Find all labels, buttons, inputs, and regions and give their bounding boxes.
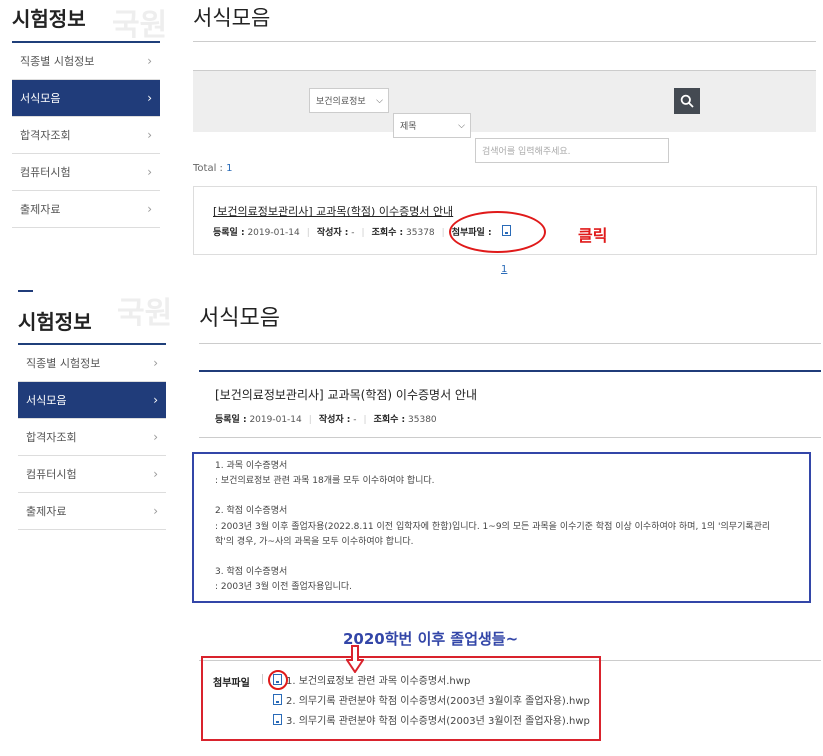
file-item[interactable]: 1. 보건의료정보 관련 과목 이수증명서.hwp xyxy=(273,669,590,689)
date-label: 등록일 : xyxy=(213,228,245,238)
post-title: [보건의료정보관리사] 교과목(학점) 이수증명서 안내 xyxy=(215,388,478,402)
author-value: - xyxy=(351,228,355,238)
views-value: 35378 xyxy=(406,228,435,238)
body-line xyxy=(215,489,805,504)
chevron-right-icon: › xyxy=(153,356,158,370)
category-select-value: 보건의료정보 xyxy=(316,97,366,107)
sidebar-item-label: 직종별 시험정보 xyxy=(26,357,101,370)
post-top-border xyxy=(199,370,821,372)
sidebar-item-forms[interactable]: 서식모음 › xyxy=(12,80,160,117)
search-icon xyxy=(680,94,694,108)
click-highlight-circle xyxy=(449,211,546,253)
views-label: 조회수 : xyxy=(371,228,404,238)
chevron-down-icon: ⌵ xyxy=(376,95,383,106)
chevron-right-icon: › xyxy=(147,128,152,142)
chevron-down-icon: ⌵ xyxy=(458,120,465,131)
chevron-right-icon: › xyxy=(147,54,152,68)
file-item[interactable]: 2. 의무기록 관련분야 학점 이수증명서(2003년 3월이후 졸업자용).h… xyxy=(273,689,590,709)
search-panel: 보건의료정보 ⌵ 제목 ⌵ 검색어를 입력해주세요. xyxy=(193,70,816,163)
date-label: 등록일 : xyxy=(215,415,247,425)
body-line: 3. 학점 이수증명서 xyxy=(215,567,288,578)
chevron-right-icon: › xyxy=(153,430,158,444)
title-divider xyxy=(193,41,816,42)
search-input-placeholder: 검색어를 입력해주세요. xyxy=(482,147,571,157)
chevron-right-icon: › xyxy=(153,504,158,518)
sidebar-item-computer-test[interactable]: 컴퓨터시험 › xyxy=(12,154,160,191)
body-line: 1. 과목 이수증명서 xyxy=(215,461,288,471)
sidebar-item-exam-materials[interactable]: 출제자료 › xyxy=(18,493,166,530)
post-body: 1. 과목 이수증명서 : 보건의료정보 관련 과목 18개를 모두 이수하여야… xyxy=(215,459,805,595)
sidebar-item-job-info[interactable]: 직종별 시험정보 › xyxy=(12,43,160,80)
body-line: : 2003년 3월 이전 졸업자용입니다. xyxy=(215,582,353,593)
body-line: : 2003년 3월 이후 졸업자용(2022.8.11 이전 입학자에 한함)… xyxy=(215,521,771,532)
views-value: 35380 xyxy=(408,415,437,425)
click-annotation: 클릭 xyxy=(578,226,608,245)
views-label: 조회수 : xyxy=(373,415,406,425)
total-label: Total : xyxy=(193,163,223,174)
body-line: : 보건의료정보 관련 과목 18개를 모두 이수하여야 합니다. xyxy=(215,476,435,487)
file-download-icon[interactable] xyxy=(273,693,282,705)
author-value: - xyxy=(353,415,357,425)
search-input[interactable]: 검색어를 입력해주세요. xyxy=(475,138,669,163)
body-line: 학'의 경우, 가~사의 과목을 모두 이수하여야 합니다. xyxy=(215,536,414,547)
chevron-right-icon: › xyxy=(147,165,152,179)
file-name-link[interactable]: 3. 의무기록 관련분야 학점 이수증명서(2003년 3월이전 졸업자용).h… xyxy=(286,712,590,727)
sidebar-item-label: 직종별 시험정보 xyxy=(20,55,95,68)
page-title: 서식모음 xyxy=(193,6,271,30)
sidebar-item-label: 서식모음 xyxy=(20,92,61,105)
post-meta: 등록일 : 2019-01-14 | 작성자 : - | 조회수 : 35380 xyxy=(215,415,437,425)
body-line xyxy=(215,550,805,565)
chevron-right-icon: › xyxy=(147,202,152,216)
sidebar-item-label: 출제자료 xyxy=(20,203,61,216)
field-select[interactable]: 제목 ⌵ xyxy=(393,113,471,138)
total-value: 1 xyxy=(226,163,233,174)
body-line: 2. 학점 이수증명서 xyxy=(215,506,288,517)
author-label: 작성자 : xyxy=(316,228,349,238)
sidebar-item-job-info[interactable]: 직종별 시험정보 › xyxy=(18,345,166,382)
chevron-right-icon: › xyxy=(153,467,158,481)
file-list: 1. 보건의료정보 관련 과목 이수증명서.hwp 2. 의무기록 관련분야 학… xyxy=(273,669,590,729)
sidebar-watermark: 국원 xyxy=(112,8,168,43)
field-select-value: 제목 xyxy=(400,122,417,132)
sidebar-title: 시험정보 xyxy=(18,310,92,334)
sidebar-menu: 직종별 시험정보 › 서식모음 › 합격자조회 › 컴퓨터시험 › 출제자료 › xyxy=(18,343,166,530)
sidebar-item-label: 서식모음 xyxy=(26,394,67,407)
chevron-right-icon: › xyxy=(153,393,158,407)
sidebar-item-label: 합격자조회 xyxy=(20,129,71,142)
sidebar-item-exam-materials[interactable]: 출제자료 › xyxy=(12,191,160,228)
sidebar-item-forms[interactable]: 서식모음 › xyxy=(18,382,166,419)
file-name-link[interactable]: 1. 보건의료정보 관련 과목 이수증명서.hwp xyxy=(286,672,470,687)
sidebar-watermark: 국원 xyxy=(117,296,173,331)
post-title-link[interactable]: [보건의료정보관리사] 교과목(학점) 이수증명서 안내 xyxy=(213,203,453,219)
sidebar-item-pass-check[interactable]: 합격자조회 › xyxy=(18,419,166,456)
chevron-right-icon: › xyxy=(147,91,152,105)
sidebar-item-pass-check[interactable]: 합격자조회 › xyxy=(12,117,160,154)
sidebar-menu: 직종별 시험정보 › 서식모음 › 합격자조회 › 컴퓨터시험 › 출제자료 › xyxy=(12,41,160,228)
file-item[interactable]: 3. 의무기록 관련분야 학점 이수증명서(2003년 3월이전 졸업자용).h… xyxy=(273,709,590,729)
attach-label: 첨부파일 xyxy=(213,678,250,689)
pagination-page[interactable]: 1 xyxy=(501,264,507,275)
title-divider xyxy=(199,343,821,344)
graduates-annotation: 2020학번 이후 졸업생들~ xyxy=(343,630,519,648)
file-name-link[interactable]: 2. 의무기록 관련분야 학점 이수증명서(2003년 3월이후 졸업자용).h… xyxy=(286,692,590,707)
meta-divider xyxy=(199,437,821,438)
date-value: 2019-01-14 xyxy=(249,415,302,425)
page-title: 서식모음 xyxy=(199,306,280,331)
sidebar-item-label: 합격자조회 xyxy=(26,431,77,444)
attach-separator xyxy=(262,674,263,684)
category-select[interactable]: 보건의료정보 ⌵ xyxy=(309,88,389,113)
search-button[interactable] xyxy=(674,88,700,114)
author-label: 작성자 : xyxy=(318,415,351,425)
sidebar-item-label: 컴퓨터시험 xyxy=(20,166,71,179)
accent-mark xyxy=(18,290,33,292)
sidebar-item-computer-test[interactable]: 컴퓨터시험 › xyxy=(18,456,166,493)
file-download-icon[interactable] xyxy=(273,713,282,725)
sidebar-item-label: 출제자료 xyxy=(26,505,67,518)
download-highlight-circle xyxy=(268,670,288,690)
sidebar-title: 시험정보 xyxy=(12,7,86,31)
total-count: Total : 1 xyxy=(193,163,232,174)
date-value: 2019-01-14 xyxy=(247,228,300,238)
sidebar-item-label: 컴퓨터시험 xyxy=(26,468,77,481)
